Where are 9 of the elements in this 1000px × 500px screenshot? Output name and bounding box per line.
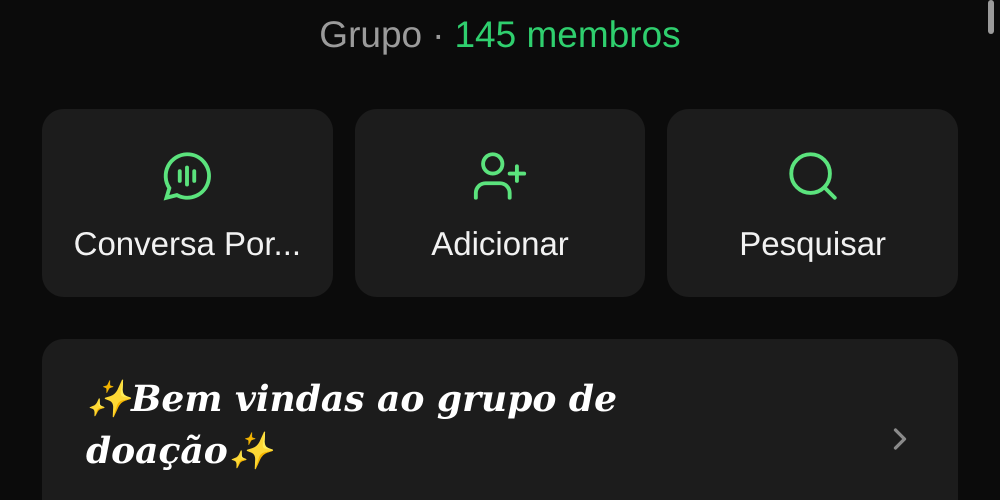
scroll-bar <box>988 0 994 34</box>
action-button[interactable]: Conversa Por... <box>42 109 333 297</box>
description-text: ✨Bem vindas ao grupo de doação✨ <box>86 377 618 474</box>
member-count: 145 membros <box>454 13 681 58</box>
description-card[interactable]: ✨Bem vindas ao grupo de doação✨ <box>42 339 958 500</box>
separator: · <box>432 13 444 58</box>
action-button[interactable]: Adicionar <box>354 109 646 297</box>
action-button[interactable]: Pesquisar <box>667 109 958 297</box>
group-type: Grupo <box>319 13 422 58</box>
